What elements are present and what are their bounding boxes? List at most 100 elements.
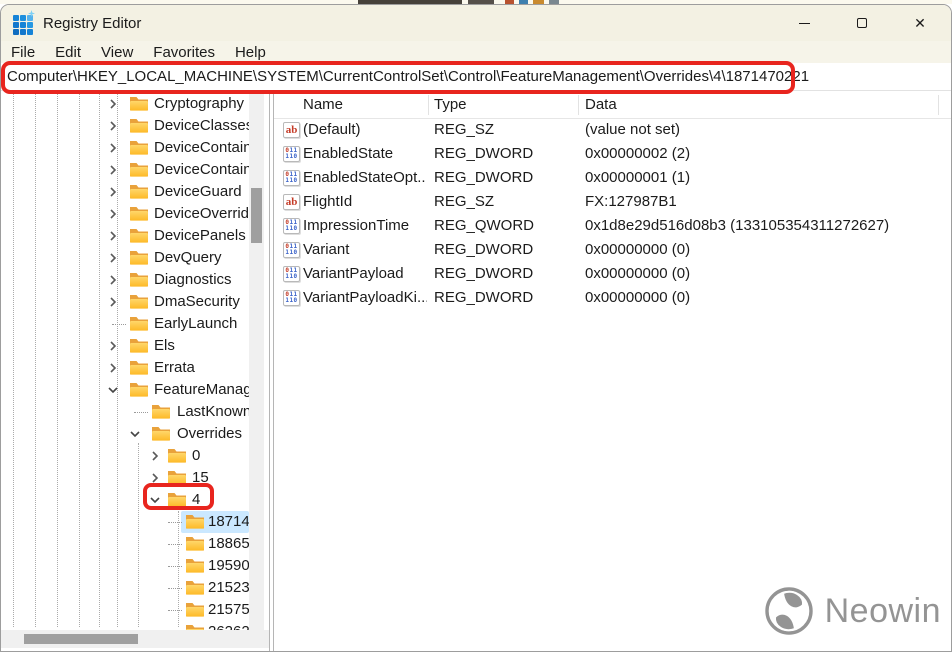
neowin-logo-icon <box>763 585 815 637</box>
value-row-enabledstateopt[interactable]: 011110EnabledStateOpt...REG_DWORD0x00000… <box>274 166 951 190</box>
tree-item-earlylaunch[interactable]: EarlyLaunch <box>1 313 269 335</box>
chevron-down-icon[interactable] <box>147 492 163 508</box>
tree-item-21523[interactable]: 21523 <box>1 577 269 599</box>
tree-horizontal-scrollbar[interactable] <box>1 630 269 648</box>
chevron-right-icon[interactable] <box>105 250 121 266</box>
chevron-right-icon[interactable] <box>105 118 121 134</box>
value-data: 0x00000000 (0) <box>585 238 947 262</box>
chevron-right-icon[interactable] <box>105 162 121 178</box>
tree-item-19590[interactable]: 19590 <box>1 555 269 577</box>
chevron-down-icon[interactable] <box>127 426 143 442</box>
chevron-right-icon[interactable] <box>105 140 121 156</box>
value-name: (Default) <box>303 118 427 142</box>
maximize-button[interactable] <box>833 5 891 41</box>
tree-item-devicepanels[interactable]: DevicePanels <box>1 225 269 247</box>
tree-item-label: DeviceClasses <box>154 115 253 137</box>
tree-item-errata[interactable]: Errata <box>1 357 269 379</box>
tree-item-label: 21523 <box>208 577 250 599</box>
tree-item-featuremanage[interactable]: FeatureManage <box>1 379 269 401</box>
menu-item-edit[interactable]: Edit <box>55 44 81 61</box>
tree-item-devicecontain[interactable]: DeviceContain <box>1 137 269 159</box>
chevron-right-icon[interactable] <box>105 206 121 222</box>
value-data: 0x00000001 (1) <box>585 166 947 190</box>
folder-icon <box>185 514 205 534</box>
column-header-name[interactable]: Name <box>303 91 343 119</box>
column-header-type[interactable]: Type <box>434 91 467 119</box>
value-row-enabledstate[interactable]: 011110EnabledStateREG_DWORD0x00000002 (2… <box>274 142 951 166</box>
string-value-icon: ab <box>283 122 300 138</box>
tree-item-label: DeviceContain <box>154 159 252 181</box>
chevron-right-icon[interactable] <box>105 294 121 310</box>
tree-item-devicecontain[interactable]: DeviceContain <box>1 159 269 181</box>
menu-item-view[interactable]: View <box>101 44 133 61</box>
folder-icon <box>129 140 149 160</box>
value-name: Variant <box>303 238 427 262</box>
folder-icon <box>129 184 149 204</box>
scrollbar-thumb[interactable] <box>24 634 138 644</box>
tree-item-deviceguard[interactable]: DeviceGuard <box>1 181 269 203</box>
tree-item-deviceoverride[interactable]: DeviceOverride <box>1 203 269 225</box>
tree-item-21575[interactable]: 21575 <box>1 599 269 621</box>
dword-value-icon: 011110 <box>283 290 300 306</box>
address-bar: Computer\HKEY_LOCAL_MACHINE\SYSTEM\Curre… <box>1 63 951 91</box>
tree-item-cryptography[interactable]: Cryptography <box>1 93 269 115</box>
tree-item-15[interactable]: 15 <box>1 467 269 489</box>
list-header: Name Type Data <box>274 91 951 119</box>
tree-item-0[interactable]: 0 <box>1 445 269 467</box>
folder-icon <box>129 338 149 358</box>
value-row-variantpayloadki[interactable]: 011110VariantPayloadKi...REG_DWORD0x0000… <box>274 286 951 310</box>
registry-editor-window: Registry Editor ✕ FileEditViewFavoritesH… <box>0 4 952 652</box>
tree-item-devquery[interactable]: DevQuery <box>1 247 269 269</box>
column-header-data[interactable]: Data <box>585 91 617 119</box>
tree-item-18714[interactable]: 18714 <box>1 511 269 533</box>
chevron-right-icon[interactable] <box>105 360 121 376</box>
chevron-right-icon[interactable] <box>105 96 121 112</box>
folder-icon <box>129 316 149 336</box>
value-name: VariantPayload <box>303 262 427 286</box>
tree-item-lastknowng[interactable]: LastKnownG <box>1 401 269 423</box>
chevron-right-icon[interactable] <box>105 338 121 354</box>
chevron-right-icon[interactable] <box>105 228 121 244</box>
scrollbar-thumb[interactable] <box>251 188 262 243</box>
chevron-down-icon[interactable] <box>105 382 121 398</box>
chevron-right-icon[interactable] <box>105 272 121 288</box>
value-row-variant[interactable]: 011110VariantREG_DWORD0x00000000 (0) <box>274 238 951 262</box>
neowin-watermark: Neowin <box>763 585 941 637</box>
folder-icon <box>129 118 149 138</box>
value-row-default[interactable]: ab(Default)REG_SZ(value not set) <box>274 118 951 142</box>
tree-item-diagnostics[interactable]: Diagnostics <box>1 269 269 291</box>
chevron-right-icon[interactable] <box>147 448 163 464</box>
folder-icon <box>129 250 149 270</box>
tree-item-label: 18865 <box>208 533 250 555</box>
tree-item-label: DeviceContain <box>154 137 252 159</box>
menu-item-file[interactable]: File <box>11 44 35 61</box>
chevron-right-icon[interactable] <box>105 184 121 200</box>
tree-item-label: Errata <box>154 357 195 379</box>
close-button[interactable]: ✕ <box>891 5 949 41</box>
tree-item-18865[interactable]: 18865 <box>1 533 269 555</box>
tree-item-deviceclasses[interactable]: DeviceClasses <box>1 115 269 137</box>
tree-item-label: Els <box>154 335 175 357</box>
values-list: Name Type Data ab(Default)REG_SZ(value n… <box>274 91 951 651</box>
dword-value-icon: 011110 <box>283 218 300 234</box>
registry-tree: CryptographyDeviceClassesDeviceContainDe… <box>1 91 269 651</box>
tree-item-overrides[interactable]: Overrides <box>1 423 269 445</box>
address-input[interactable]: Computer\HKEY_LOCAL_MACHINE\SYSTEM\Curre… <box>7 63 947 91</box>
value-row-variantpayload[interactable]: 011110VariantPayloadREG_DWORD0x00000000 … <box>274 262 951 286</box>
tree-connector <box>168 544 182 545</box>
tree-item-label: 21575 <box>208 599 250 621</box>
folder-icon <box>185 602 205 622</box>
value-type: REG_DWORD <box>434 286 578 310</box>
value-row-flightid[interactable]: abFlightIdREG_SZFX:127987B1 <box>274 190 951 214</box>
tree-item-dmasecurity[interactable]: DmaSecurity <box>1 291 269 313</box>
folder-icon <box>129 162 149 182</box>
tree-item-els[interactable]: Els <box>1 335 269 357</box>
menu-item-favorites[interactable]: Favorites <box>153 44 215 61</box>
value-row-impressiontime[interactable]: 011110ImpressionTimeREG_QWORD0x1d8e29d51… <box>274 214 951 238</box>
value-name: VariantPayloadKi... <box>303 286 427 310</box>
tree-item-4[interactable]: 4 <box>1 489 269 511</box>
minimize-button[interactable] <box>775 5 833 41</box>
tree-vertical-scrollbar[interactable] <box>249 91 264 630</box>
menu-item-help[interactable]: Help <box>235 44 266 61</box>
chevron-right-icon[interactable] <box>147 470 163 486</box>
